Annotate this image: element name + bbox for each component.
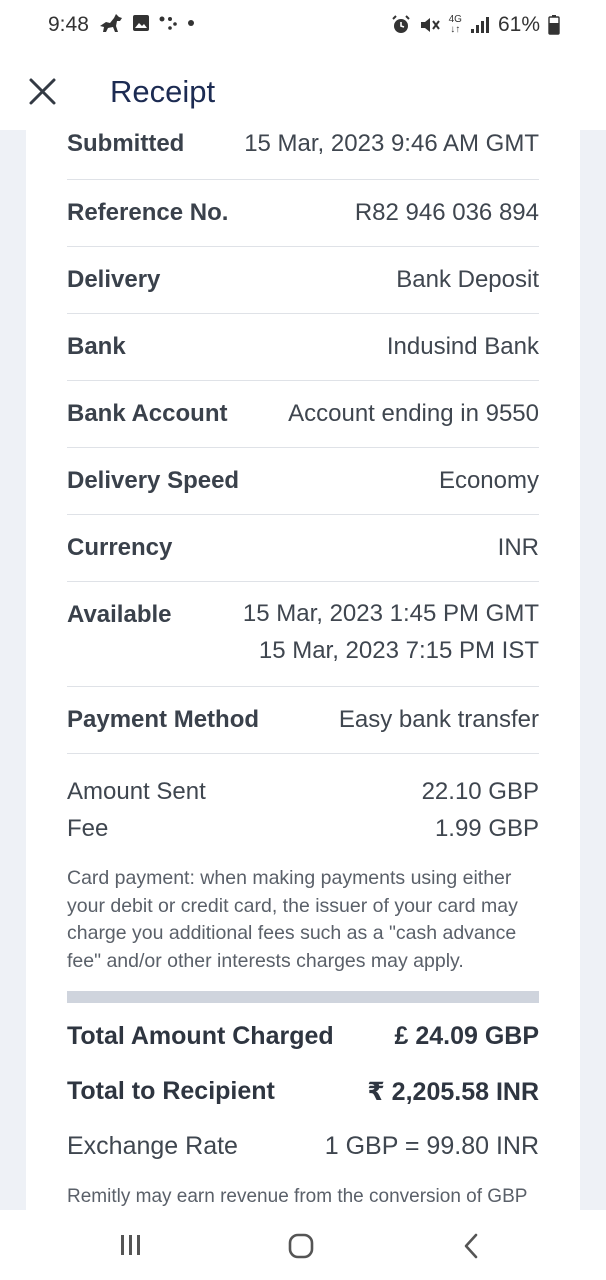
- totals-block: Total Amount Charged £ 24.09 GBP Total t…: [67, 1022, 539, 1182]
- available-gmt: 15 Mar, 2023 1:45 PM GMT: [242, 600, 539, 627]
- total-recipient-value: ₹ 2,205.58 INR: [367, 1078, 539, 1106]
- detail-row-bank-account: Bank Account Account ending in 9550: [67, 381, 539, 448]
- detail-value: 15 Mar, 2023 9:46 AM GMT: [244, 130, 539, 157]
- available-ist: 15 Mar, 2023 7:15 PM IST: [258, 637, 539, 664]
- amount-sent-value: 22.10 GBP: [421, 778, 539, 805]
- back-button[interactable]: [460, 1232, 484, 1265]
- home-icon: [287, 1233, 315, 1264]
- detail-label: Submitted: [67, 130, 185, 157]
- detail-row-payment-method: Payment Method Easy bank transfer: [67, 687, 539, 754]
- network-4g-icon: 4G ↓↑: [448, 14, 462, 35]
- detail-value: Account ending in 9550: [288, 400, 539, 427]
- total-recipient-label: Total to Recipient: [67, 1077, 275, 1105]
- exchange-rate-row: Exchange Rate 1 GBP = 99.80 INR: [67, 1132, 539, 1182]
- total-charged-label: Total Amount Charged: [67, 1022, 334, 1050]
- detail-label: Delivery: [67, 266, 161, 293]
- recent-apps-button[interactable]: [118, 1232, 144, 1263]
- detail-row-delivery-speed: Delivery Speed Economy: [67, 448, 539, 515]
- exchange-rate-value: 1 GBP = 99.80 INR: [324, 1132, 539, 1160]
- close-icon: [22, 78, 62, 116]
- home-button[interactable]: [287, 1232, 315, 1265]
- fee-value: 1.99 GBP: [434, 815, 539, 842]
- detail-value: Economy: [438, 467, 539, 494]
- mute-icon: [419, 15, 441, 35]
- back-icon: [460, 1233, 484, 1264]
- receipt-details: Submitted 15 Mar, 2023 9:46 AM GMT Refer…: [67, 130, 539, 754]
- detail-label: Delivery Speed: [67, 467, 240, 494]
- status-right-icons: 4G ↓↑ 61%: [391, 13, 560, 37]
- detail-label: Currency: [67, 534, 173, 561]
- fee-label: Fee: [67, 815, 109, 842]
- status-left-icons: [98, 12, 196, 34]
- close-button[interactable]: [22, 72, 62, 112]
- detail-label: Payment Method: [67, 706, 260, 733]
- recent-apps-icon: [118, 1235, 144, 1262]
- detail-label: Reference No.: [67, 199, 229, 226]
- revenue-note: Remitly may earn revenue from the conver…: [67, 1186, 528, 1207]
- detail-row-delivery: Delivery Bank Deposit: [67, 247, 539, 314]
- detail-value: INR: [497, 534, 539, 561]
- detail-row-bank: Bank Indusind Bank: [67, 314, 539, 381]
- status-bar: 9:48 4G ↓↑ 61%: [0, 0, 606, 48]
- amount-block: Amount Sent 22.10 GBP Fee 1.99 GBP: [67, 778, 539, 852]
- detail-label: Bank Account: [67, 400, 228, 427]
- amount-sent-row: Amount Sent 22.10 GBP: [67, 778, 539, 815]
- battery-percent: 61%: [497, 13, 540, 36]
- image-icon: [132, 14, 150, 32]
- total-charged-row: Total Amount Charged £ 24.09 GBP: [67, 1022, 539, 1077]
- detail-label: Available: [67, 601, 172, 628]
- dots-icon: [158, 15, 178, 31]
- section-divider: [67, 991, 539, 1003]
- signal-icon: [470, 16, 490, 34]
- horse-icon: [98, 12, 124, 34]
- detail-value: Indusind Bank: [386, 333, 539, 360]
- battery-icon: [548, 15, 560, 35]
- notification-dot-icon: [186, 18, 196, 28]
- fee-row: Fee 1.99 GBP: [67, 815, 539, 852]
- card-fee-note: Card payment: when making payments using…: [67, 867, 518, 972]
- alarm-icon: [391, 15, 411, 35]
- detail-row-currency: Currency INR: [67, 515, 539, 582]
- exchange-rate-label: Exchange Rate: [67, 1132, 238, 1160]
- detail-row-submitted: Submitted 15 Mar, 2023 9:46 AM GMT: [67, 130, 539, 180]
- app-bar: Receipt: [0, 48, 606, 132]
- detail-row-reference: Reference No. R82 946 036 894: [67, 180, 539, 247]
- total-charged-value: £ 24.09 GBP: [394, 1022, 539, 1050]
- page-title: Receipt: [110, 74, 216, 109]
- navigation-bar: [0, 1210, 606, 1280]
- reference-number: R82 946 036 894: [354, 199, 539, 226]
- detail-value: 15 Mar, 2023 1:45 PM GMT 15 Mar, 2023 7:…: [243, 595, 539, 669]
- detail-value: Easy bank transfer: [338, 706, 539, 733]
- amount-sent-label: Amount Sent: [67, 778, 206, 805]
- detail-label: Bank: [67, 333, 126, 360]
- detail-value: Bank Deposit: [396, 266, 539, 293]
- network-type-label: 4G: [448, 14, 462, 25]
- receipt-card: Submitted 15 Mar, 2023 9:46 AM GMT Refer…: [26, 130, 580, 1210]
- detail-row-available: Available 15 Mar, 2023 1:45 PM GMT 15 Ma…: [67, 582, 539, 687]
- total-recipient-row: Total to Recipient ₹ 2,205.58 INR: [67, 1077, 539, 1132]
- status-time: 9:48: [48, 13, 89, 36]
